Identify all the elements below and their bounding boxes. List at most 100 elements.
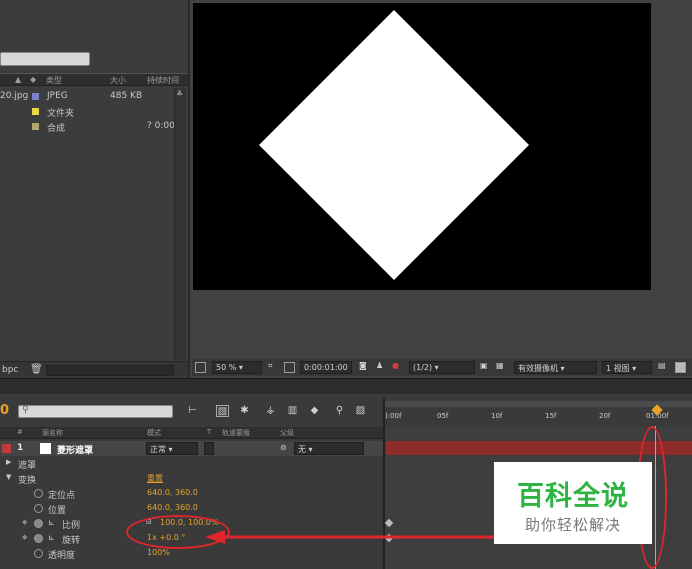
brainstorm-icon[interactable]: ◆ (308, 405, 321, 417)
watermark-title: 百科全说 (517, 481, 629, 512)
transform-group[interactable]: ▼ 变换 重置 (0, 471, 383, 486)
safe-zones-icon[interactable] (284, 362, 295, 373)
label-tag-icon[interactable]: ◆ (30, 75, 36, 84)
ruler-tick: 20f (599, 412, 611, 420)
always-preview-icon[interactable] (195, 362, 206, 373)
motion-blur-icon[interactable]: ▥ (286, 405, 299, 417)
current-time-display[interactable]: 0:00:01:00 (300, 361, 352, 374)
label-swatch (32, 93, 39, 100)
panel-divider (0, 378, 692, 394)
item-size: 485 KB (110, 91, 143, 101)
item-name: 20.jpg (0, 91, 29, 101)
layer-row[interactable]: 1 菱形遮罩 正常 ▾ ⊚ 无 ▾ (0, 441, 383, 456)
auto-keyframe-icon[interactable]: ▨ (354, 405, 367, 417)
trkmat-select[interactable] (204, 442, 214, 455)
camera-select[interactable]: 有效摄像机 ▾ (514, 361, 597, 374)
stopwatch-active-icon[interactable] (34, 519, 43, 528)
ruler-tick: 05f (437, 412, 449, 420)
show-snapshot-icon[interactable]: ♟ (376, 361, 383, 374)
project-item[interactable]: 20.jpg JPEG 485 KB (0, 89, 172, 104)
time-ruler[interactable]: ):00f 05f 10f 15f 20f 01:00f (383, 398, 692, 426)
item-type: 合成 (47, 124, 66, 134)
shy-layers-icon[interactable]: ✱ (238, 405, 251, 417)
transparency-grid-icon[interactable]: ▦ (496, 361, 504, 374)
pickwhip-icon[interactable]: ⊚ (280, 443, 287, 452)
collapse-triangle-icon[interactable]: ▼ (6, 473, 11, 481)
stopwatch-icon[interactable] (34, 489, 43, 498)
fast-preview-icon[interactable] (675, 362, 686, 373)
ruler-tick: 15f (545, 412, 557, 420)
keyframe-nav-icon[interactable]: ◆ (22, 518, 27, 526)
stopwatch-icon[interactable] (34, 504, 43, 513)
graph-editor-icon[interactable]: ⚲ (333, 405, 346, 417)
expand-triangle-icon[interactable]: ▶ (6, 458, 11, 466)
roi-icon[interactable]: ▣ (480, 361, 488, 374)
col-type[interactable]: 类型 (46, 75, 62, 86)
resolution-select[interactable]: (1/2) ▾ (409, 361, 475, 374)
col-duration[interactable]: 持续时间 (147, 75, 179, 86)
masks-group[interactable]: ▶ 遮罩 (0, 456, 383, 471)
fit-icon[interactable]: ⌗ (268, 361, 273, 374)
bpc-label[interactable]: bpc (2, 365, 18, 375)
property-name: 透明度 (48, 551, 76, 561)
property-value[interactable]: 640.0, 360.0 (147, 503, 198, 512)
col-t: T (207, 428, 212, 436)
transform-label: 变换 (18, 476, 37, 486)
property-row: 位置 640.0, 360.0 (0, 501, 383, 516)
viewer-toolbar: 50 % ▾ ⌗ 0:00:01:00 ◙ ♟ ● (1/2) ▾ ▣ ▦ 有效… (192, 359, 692, 376)
col-trkmat: 轨道蒙版 (222, 429, 250, 437)
col-parent: 父级 (280, 429, 294, 437)
timeline-search-input[interactable]: ⚲ (18, 405, 173, 418)
graph-icon: ⊾ (48, 533, 55, 542)
channel-icon[interactable]: ● (392, 361, 399, 374)
sort-arrow-icon[interactable]: ▲ (15, 75, 21, 84)
snapshot-icon[interactable]: ◙ (359, 361, 367, 374)
project-panel: ▲ ◆ 类型 大小 持续时间 20.jpg JPEG 485 KB 文件夹 合成… (0, 0, 188, 378)
col-size[interactable]: 大小 (110, 75, 126, 86)
frame-blending-icon[interactable]: ⚶ (264, 405, 277, 417)
zoom-select[interactable]: 50 % ▾ (212, 361, 262, 374)
work-area-bar[interactable] (385, 401, 692, 407)
watermark-subtitle: 助你轻松解决 (524, 516, 621, 534)
comp-mini-flowchart-icon[interactable]: ⊢ (186, 405, 199, 417)
search-icon: ⚲ (22, 405, 29, 415)
col-mode: 模式 (147, 429, 161, 437)
item-type: 文件夹 (47, 109, 75, 119)
property-name: 定位点 (48, 491, 76, 501)
toggle-pixel-icon[interactable]: ▤ (658, 361, 666, 374)
views-select[interactable]: 1 视图 ▾ (602, 361, 652, 374)
layer-name[interactable]: 菱形遮罩 (57, 443, 93, 456)
diamond-shape[interactable] (259, 10, 529, 280)
project-search-input[interactable] (0, 52, 90, 66)
label-swatch (32, 123, 39, 130)
project-column-header: ▲ ◆ 类型 大小 持续时间 (0, 73, 188, 86)
parent-select[interactable]: 无 ▾ (294, 442, 364, 455)
stopwatch-active-icon[interactable] (34, 534, 43, 543)
property-name: 位置 (48, 506, 67, 516)
draft-3d-icon[interactable]: ▧ (216, 405, 229, 417)
layer-label-color[interactable] (2, 444, 11, 453)
project-item[interactable]: 合成 ? 0:00 (0, 119, 175, 134)
col-source-name[interactable]: 源名称 (42, 428, 63, 438)
ruler-tick: 10f (491, 412, 503, 420)
property-value[interactable]: 640.0, 360.0 (147, 488, 198, 497)
timeline-current-time[interactable]: 0 (0, 403, 9, 418)
reset-link[interactable]: 重置 (147, 473, 163, 484)
stopwatch-icon[interactable] (34, 549, 43, 558)
trash-icon[interactable]: 🗑 (30, 364, 43, 375)
property-name: 比例 (62, 521, 81, 531)
property-value[interactable]: 100% (147, 548, 170, 557)
keyframe-nav-icon[interactable]: ◆ (22, 533, 27, 541)
project-hscrollbar[interactable] (46, 365, 174, 376)
item-type: JPEG (47, 91, 68, 101)
project-footer: bpc 🗑 (0, 361, 188, 378)
label-swatch (32, 108, 39, 115)
project-scrollbar[interactable]: ♣ (174, 88, 186, 360)
layer-index: 1 (17, 443, 24, 453)
project-item[interactable]: 文件夹 (0, 104, 172, 119)
hierarchy-icon[interactable]: ♣ (176, 89, 183, 98)
ruler-tick: ):00f (385, 412, 402, 420)
blend-mode-select[interactable]: 正常 ▾ (146, 442, 198, 455)
property-name: 旋转 (62, 536, 81, 546)
property-row: 定位点 640.0, 360.0 (0, 486, 383, 501)
